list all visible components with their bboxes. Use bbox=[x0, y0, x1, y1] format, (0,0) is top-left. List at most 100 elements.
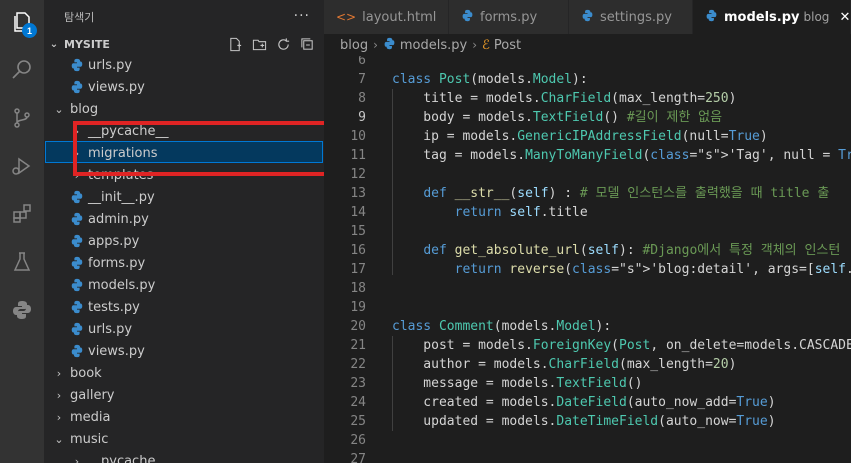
tree-file[interactable]: models.py bbox=[44, 274, 324, 296]
explorer-sidebar: 탐색기 ··· ⌄ MYSITE urls.py views.py ⌄ blog › __… bbox=[44, 0, 324, 463]
chevron-right-icon: › bbox=[373, 38, 378, 52]
tree-item-label: admin.py bbox=[88, 211, 149, 227]
line-number: 24 bbox=[350, 395, 366, 410]
tree-file[interactable]: forms.py bbox=[44, 252, 324, 274]
breadcrumb-file[interactable]: models.py bbox=[400, 38, 467, 53]
code-line[interactable]: 17 return reverse(class="s">'blog:detail… bbox=[324, 260, 851, 279]
python-file-icon bbox=[70, 190, 84, 204]
line-text: return reverse(class="s">'blog:detail', … bbox=[454, 262, 851, 277]
tree-file[interactable]: views.py bbox=[44, 76, 324, 98]
code-line[interactable]: 26 bbox=[324, 431, 851, 450]
close-tab-icon[interactable]: ✕ bbox=[839, 10, 850, 25]
line-text: created = models.DateField(auto_now_add=… bbox=[392, 395, 776, 410]
code-line[interactable]: 6 bbox=[324, 56, 851, 70]
tab-layout-html[interactable]: <> layout.html bbox=[324, 0, 449, 34]
workspace-section[interactable]: ⌄ MYSITE bbox=[44, 34, 324, 54]
code-line[interactable]: 19 bbox=[324, 298, 851, 317]
tree-folder[interactable]: › migrations bbox=[44, 142, 324, 164]
extensions-icon[interactable] bbox=[0, 192, 44, 236]
tree-folder[interactable]: › media bbox=[44, 406, 324, 428]
tree-folder[interactable]: ⌄ music bbox=[44, 428, 324, 450]
code-line[interactable]: 18 bbox=[324, 279, 851, 298]
run-debug-icon[interactable] bbox=[0, 144, 44, 188]
tab-models-py[interactable]: models.py blog ✕ bbox=[693, 0, 851, 34]
code-line[interactable]: 15 bbox=[324, 222, 851, 241]
code-line[interactable]: 16 def get_absolute_url(self): #Django에서… bbox=[324, 241, 851, 260]
chevron-right-icon: › bbox=[74, 454, 80, 463]
tree-item-label: __init__.py bbox=[88, 189, 155, 205]
more-actions-icon[interactable]: ··· bbox=[294, 8, 310, 24]
chevron-right-icon: › bbox=[74, 146, 80, 160]
code-line[interactable]: 9 body = models.TextField() #길이 제한 없음 bbox=[324, 108, 851, 127]
tree-item-label: templates bbox=[88, 167, 154, 183]
line-text: ip = models.GenericIPAddressField(null=T… bbox=[392, 129, 768, 144]
chevron-right-icon: › bbox=[74, 168, 80, 182]
code-line[interactable]: 13 def __str__(self) : # 모델 인스턴스를 출력했을 때… bbox=[324, 184, 851, 203]
python-icon[interactable] bbox=[0, 288, 44, 332]
source-control-icon[interactable] bbox=[0, 96, 44, 140]
code-line[interactable]: 8 title = models.CharField(max_length=25… bbox=[324, 89, 851, 108]
code-line[interactable]: 23 message = models.TextField() bbox=[324, 374, 851, 393]
tree-file[interactable]: tests.py bbox=[44, 296, 324, 318]
tab-label: layout.html bbox=[362, 9, 437, 25]
code-line[interactable]: 20 class Comment(models.Model): bbox=[324, 317, 851, 336]
code-line[interactable]: 21 post = models.ForeignKey(Post, on_del… bbox=[324, 336, 851, 355]
tree-file[interactable]: urls.py bbox=[44, 318, 324, 340]
tree-item-label: apps.py bbox=[88, 233, 140, 249]
tree-folder[interactable]: › gallery bbox=[44, 384, 324, 406]
line-number: 14 bbox=[350, 205, 366, 220]
new-file-icon[interactable] bbox=[226, 35, 244, 53]
explorer-badge: 1 bbox=[22, 23, 37, 38]
line-text: class Post(models.Model): bbox=[392, 72, 588, 87]
breadcrumb-symbol[interactable]: Post bbox=[494, 38, 521, 53]
collapse-all-icon[interactable] bbox=[298, 35, 316, 53]
line-number: 10 bbox=[350, 129, 366, 144]
code-line[interactable]: 7 class Post(models.Model): bbox=[324, 70, 851, 89]
testing-icon[interactable] bbox=[0, 240, 44, 284]
breadcrumb: blog › models.py › ℰ Post bbox=[324, 34, 851, 56]
refresh-icon[interactable] bbox=[274, 35, 292, 53]
code-line[interactable]: 10 ip = models.GenericIPAddressField(nul… bbox=[324, 127, 851, 146]
explorer-icon[interactable]: 1 bbox=[0, 0, 44, 44]
line-text: def get_absolute_url(self): #Django에서 특정… bbox=[423, 243, 841, 258]
tree-file[interactable]: admin.py bbox=[44, 208, 324, 230]
chevron-down-icon: ⌄ bbox=[49, 38, 59, 50]
line-text: class Comment(models.Model): bbox=[392, 319, 612, 334]
tree-folder[interactable]: › __pycache__ bbox=[44, 450, 324, 463]
tab-settings-py[interactable]: settings.py bbox=[569, 0, 693, 34]
code-line[interactable]: 12 bbox=[324, 165, 851, 184]
code-line[interactable]: 27 bbox=[324, 450, 851, 463]
line-number: 7 bbox=[358, 72, 366, 87]
tree-item-label: blog bbox=[70, 101, 99, 117]
tree-file[interactable]: apps.py bbox=[44, 230, 324, 252]
code-line[interactable]: 24 created = models.DateField(auto_now_a… bbox=[324, 393, 851, 412]
tree-folder[interactable]: › templates bbox=[44, 164, 324, 186]
breadcrumb-folder[interactable]: blog bbox=[340, 38, 368, 53]
code-line[interactable]: 11 tag = models.ManyToManyField(class="s… bbox=[324, 146, 851, 165]
code-editor[interactable]: 6 7 class Post(models.Model): 8 title = mod… bbox=[324, 56, 851, 463]
tree-file[interactable]: urls.py bbox=[44, 54, 324, 76]
line-text: body = models.TextField() #길이 제한 없음 bbox=[392, 110, 723, 125]
code-line[interactable]: 22 author = models.CharField(max_length=… bbox=[324, 355, 851, 374]
new-folder-icon[interactable] bbox=[250, 35, 268, 53]
code-line[interactable]: 14 return self.title bbox=[324, 203, 851, 222]
tree-folder[interactable]: › book bbox=[44, 362, 324, 384]
code-line[interactable]: 25 updated = models.DateTimeField(auto_n… bbox=[324, 412, 851, 431]
tree-folder[interactable]: › __pycache__ bbox=[44, 120, 324, 142]
tab-label: settings.py bbox=[600, 9, 672, 25]
search-icon[interactable] bbox=[0, 48, 44, 92]
python-file-icon bbox=[461, 9, 474, 25]
tab-label: models.py bbox=[724, 9, 800, 25]
tree-file[interactable]: __init__.py bbox=[44, 186, 324, 208]
line-number: 15 bbox=[350, 224, 366, 239]
tree-file[interactable]: views.py bbox=[44, 340, 324, 362]
tree-item-label: __pycache__ bbox=[88, 453, 169, 463]
tree-item-label: __pycache__ bbox=[88, 123, 169, 139]
chevron-down-icon: ⌄ bbox=[54, 432, 64, 446]
line-number: 21 bbox=[350, 338, 366, 353]
tab-forms-py[interactable]: forms.py bbox=[449, 0, 569, 34]
python-file-icon bbox=[581, 9, 594, 25]
tree-folder[interactable]: ⌄ blog bbox=[44, 98, 324, 120]
python-file-icon bbox=[70, 234, 84, 248]
activity-bar: 1 bbox=[0, 0, 44, 463]
